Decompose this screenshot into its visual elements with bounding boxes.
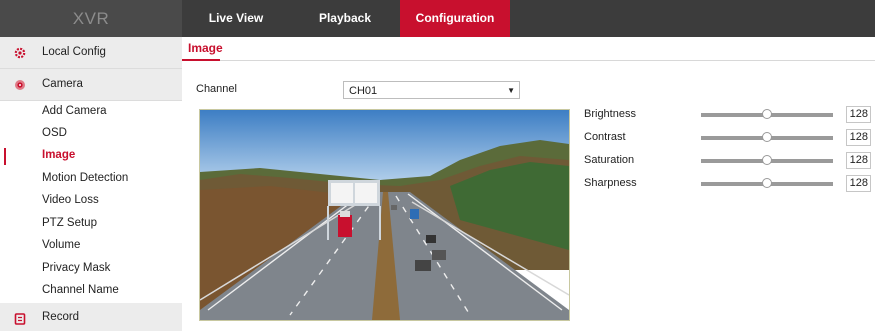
- app-logo: XVR: [0, 0, 182, 37]
- brightness-value[interactable]: 128: [846, 106, 871, 123]
- slider-thumb[interactable]: [762, 132, 772, 142]
- sidebar-item-osd[interactable]: OSD: [0, 123, 182, 145]
- contrast-value[interactable]: 128: [846, 129, 871, 146]
- sidebar-group-label: Local Config: [42, 46, 106, 58]
- saturation-slider[interactable]: [701, 155, 833, 165]
- sidebar-item-label: Add Camera: [42, 105, 107, 117]
- title-divider: [182, 60, 875, 61]
- sidebar-group-label: Camera: [42, 78, 83, 90]
- sidebar-item-motion-detection[interactable]: Motion Detection: [0, 168, 182, 190]
- channel-select[interactable]: CH01 ▼: [343, 81, 520, 99]
- sidebar-item-label: PTZ Setup: [42, 217, 97, 229]
- sidebar-item-volume[interactable]: Volume: [0, 235, 182, 257]
- sidebar-item-channel-name[interactable]: Channel Name: [0, 280, 182, 302]
- channel-select-value: CH01: [349, 85, 378, 97]
- slider-thumb[interactable]: [762, 155, 772, 165]
- brightness-label: Brightness: [584, 108, 636, 120]
- sidebar-item-label: Video Loss: [42, 194, 99, 206]
- slider-thumb[interactable]: [762, 109, 772, 119]
- sidebar-item-label: OSD: [42, 127, 67, 139]
- sidebar-group-record[interactable]: Record: [0, 303, 182, 331]
- slider-thumb[interactable]: [762, 178, 772, 188]
- top-nav-bar: XVR Live View Playback Configuration: [0, 0, 875, 37]
- sidebar-item-label: Volume: [42, 239, 81, 251]
- sidebar-item-privacy-mask[interactable]: Privacy Mask: [0, 258, 182, 280]
- contrast-label: Contrast: [584, 131, 626, 143]
- tab-configuration[interactable]: Configuration: [400, 0, 510, 37]
- sidebar: Local Config Camera Add Camera OSD Image…: [0, 37, 182, 331]
- channel-label: Channel: [196, 83, 237, 95]
- sidebar-group-camera[interactable]: Camera: [0, 69, 182, 101]
- sidebar-item-label: Motion Detection: [42, 172, 129, 184]
- brightness-slider[interactable]: [701, 109, 833, 119]
- sidebar-item-image[interactable]: Image: [0, 145, 182, 167]
- sharpness-label: Sharpness: [584, 177, 637, 189]
- sidebar-item-ptz-setup[interactable]: PTZ Setup: [0, 213, 182, 235]
- sidebar-item-label: Channel Name: [42, 284, 119, 296]
- video-preview: [199, 109, 570, 321]
- page-title: Image: [188, 41, 223, 55]
- highway-scene-image: [200, 110, 569, 320]
- sidebar-group-local-config[interactable]: Local Config: [0, 37, 182, 69]
- sidebar-item-label: Privacy Mask: [42, 262, 111, 274]
- saturation-label: Saturation: [584, 154, 635, 166]
- sidebar-item-label: Image: [42, 149, 76, 161]
- sidebar-item-add-camera[interactable]: Add Camera: [0, 101, 182, 123]
- active-indicator: [4, 148, 6, 165]
- sharpness-value[interactable]: 128: [846, 175, 871, 192]
- sidebar-item-video-loss[interactable]: Video Loss: [0, 190, 182, 212]
- record-icon: [14, 313, 26, 325]
- dropdown-arrow-icon: ▼: [507, 86, 515, 95]
- sharpness-slider[interactable]: [701, 178, 833, 188]
- title-accent-bar: [182, 59, 220, 61]
- tab-playback[interactable]: Playback: [290, 0, 400, 37]
- saturation-value[interactable]: 128: [846, 152, 871, 169]
- sidebar-group-label: Record: [42, 311, 80, 323]
- contrast-slider[interactable]: [701, 132, 833, 142]
- gear-icon: [14, 47, 26, 59]
- tab-live-view[interactable]: Live View: [182, 0, 290, 37]
- camera-icon: [15, 80, 25, 90]
